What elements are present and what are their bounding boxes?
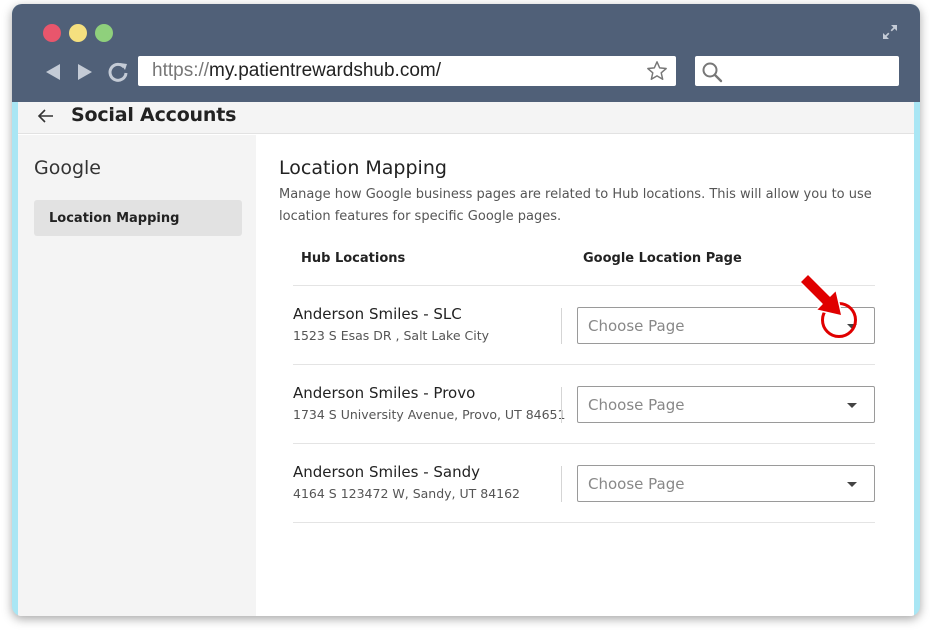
table-row: Anderson Smiles - Sandy 4164 S 123472 W,… [293,444,875,523]
address-bar[interactable]: https://my.patientrewardshub.com/ [138,56,676,86]
browser-search-field[interactable] [695,56,899,86]
reload-icon[interactable] [107,60,129,84]
google-page-select[interactable]: Choose Page [577,386,875,423]
browser-window: https://my.patientrewardshub.com/ Social… [12,4,920,616]
url-scheme: https:// [152,60,210,81]
forward-arrow-icon[interactable] [74,60,96,84]
select-placeholder: Choose Page [588,396,685,414]
location-address: 1734 S University Avenue, Provo, UT 8465… [293,407,566,422]
expand-icon[interactable] [882,24,898,40]
sidebar-item-location-mapping[interactable]: Location Mapping [34,200,242,236]
select-placeholder: Choose Page [588,475,685,493]
column-separator [561,387,562,423]
chevron-down-icon[interactable] [847,482,857,487]
maximize-window-button[interactable] [95,24,113,42]
search-icon [701,61,723,83]
back-arrow-icon[interactable] [42,60,64,84]
page-title: Social Accounts [71,104,237,126]
sidebar-section-title: Google [34,157,102,179]
column-separator [561,308,562,344]
divider [293,522,875,523]
table-row: Anderson Smiles - SLC 1523 S Esas DR , S… [293,286,875,365]
select-placeholder: Choose Page [588,317,685,335]
app-header: Social Accounts [18,102,914,134]
browser-chrome: https://my.patientrewardshub.com/ [12,4,920,102]
column-header-hub-locations: Hub Locations [301,251,406,266]
location-name: Anderson Smiles - Provo [293,384,476,402]
section-heading: Location Mapping [279,157,447,179]
section-description: Manage how Google business pages are rel… [279,187,872,224]
location-name: Anderson Smiles - Sandy [293,463,481,481]
column-separator [561,466,562,502]
location-address: 1523 S Esas DR , Salt Lake City [293,328,490,343]
google-page-select[interactable]: Choose Page [577,465,875,502]
app-content: Social Accounts Google Location Mapping … [18,102,914,616]
close-window-button[interactable] [43,24,61,42]
minimize-window-button[interactable] [69,24,87,42]
arrow-left-icon[interactable] [36,106,56,126]
chevron-down-icon[interactable] [847,403,857,408]
location-address: 4164 S 123472 W, Sandy, UT 84162 [293,486,521,501]
location-name: Anderson Smiles - SLC [293,305,462,323]
table-row: Anderson Smiles - Provo 1734 S Universit… [293,365,875,444]
column-header-google-location-page: Google Location Page [583,251,742,266]
main-panel: Location Mapping Manage how Google busin… [256,135,914,616]
pointer-arrow-icon [799,273,843,317]
url-host: my.patientrewardshub.com/ [209,60,442,81]
star-icon[interactable] [646,60,668,82]
sidebar: Google Location Mapping [18,135,256,616]
